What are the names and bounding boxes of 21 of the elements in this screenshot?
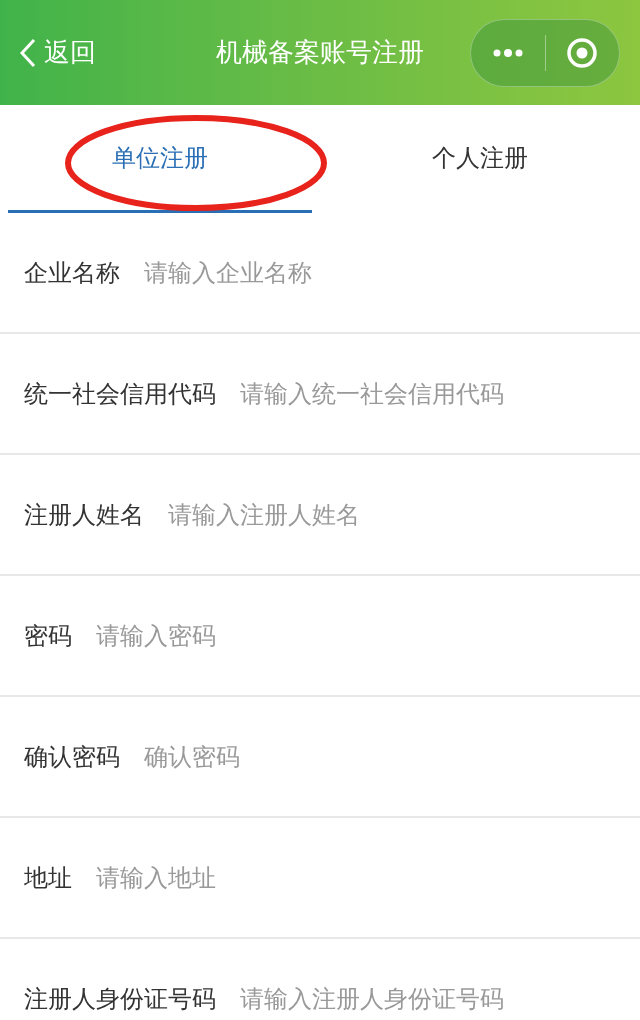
- input-field[interactable]: 请输入地址: [96, 859, 616, 896]
- field-label: 地址: [24, 862, 72, 894]
- input-field[interactable]: 请输入企业名称: [144, 254, 616, 291]
- field-label: 确认密码: [24, 741, 120, 773]
- input-field[interactable]: 请输入注册人身份证号码: [240, 980, 616, 1017]
- field-label: 注册人身份证号码: [24, 983, 216, 1015]
- field-label: 企业名称: [24, 257, 120, 289]
- field-label: 密码: [24, 620, 72, 652]
- more-icon: [492, 48, 523, 57]
- back-button[interactable]: 返回: [20, 33, 170, 72]
- input-field[interactable]: 请输入统一社会信用代码: [240, 375, 616, 412]
- tab[interactable]: 单位注册: [8, 105, 312, 213]
- back-icon: [20, 37, 36, 68]
- input-field[interactable]: 确认密码: [144, 738, 616, 775]
- window-title: 机械备案账号注册: [215, 36, 425, 69]
- input-field[interactable]: 请输入密码: [96, 617, 616, 654]
- field-label: 注册人姓名: [24, 499, 144, 531]
- input-field[interactable]: 请输入注册人姓名: [168, 496, 616, 533]
- field-label: 统一社会信用代码: [24, 378, 216, 410]
- target-icon: [566, 36, 599, 69]
- tab[interactable]: 个人注册: [328, 105, 632, 213]
